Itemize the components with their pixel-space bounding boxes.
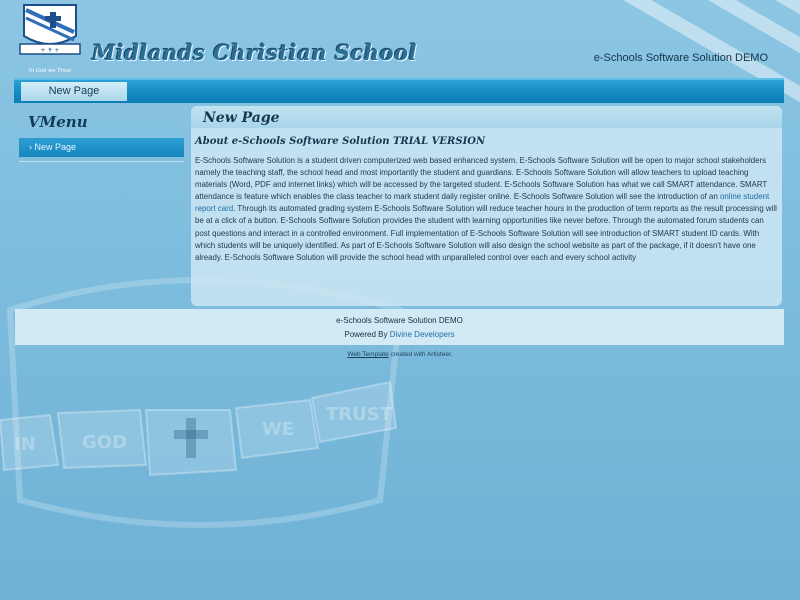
header-demo-label: e-Schools Software Solution DEMO (593, 52, 768, 64)
body-text-part-2: . Through its automated grading system E… (195, 204, 777, 262)
vmenu-divider (19, 161, 184, 162)
content-title-bar: New Page (191, 106, 782, 128)
vmenu-item-new-page[interactable]: › New Page (19, 138, 184, 157)
svg-text:WE: WE (262, 419, 294, 440)
vmenu-item-label: New Page (34, 142, 77, 152)
body-text-part-1: E-Schools Software Solution is a student… (195, 156, 768, 202)
credit-suffix: created with Artisteer. (388, 351, 453, 358)
artisteer-credit: Web Template created with Artisteer. (0, 351, 800, 358)
powered-by-label: Powered By (344, 330, 390, 339)
web-template-link[interactable]: Web Template (347, 351, 388, 358)
header: + ✝ + In God we Trust Midlands Christian… (0, 0, 800, 78)
footer-powered-by: Powered By Divine Developers (15, 330, 784, 339)
page-title: New Page (203, 110, 280, 126)
svg-text:+ ✝ +: + ✝ + (41, 47, 60, 54)
svg-text:TRUST: TRUST (326, 404, 393, 425)
about-heading: About e-Schools Software Solution TRIAL … (195, 136, 486, 147)
about-body-text: E-Schools Software Solution is a student… (195, 155, 779, 264)
content-panel: New Page About e-Schools Software Soluti… (191, 106, 782, 306)
svg-text:IN: IN (14, 434, 36, 455)
school-crest-logo[interactable]: + ✝ + In God we Trust (18, 2, 82, 76)
site-title: Midlands Christian School (92, 40, 417, 65)
vmenu-title: VMenu (28, 113, 88, 131)
top-menu-bar: New Page (14, 78, 784, 103)
bullet-icon: › (29, 142, 32, 152)
divine-developers-link[interactable]: Divine Developers (390, 330, 455, 339)
footer-demo-text: e-Schools Software Solution DEMO (336, 316, 463, 325)
svg-text:GOD: GOD (82, 432, 127, 453)
menu-item-new-page[interactable]: New Page (21, 82, 127, 101)
footer: e-Schools Software Solution DEMO Powered… (15, 309, 784, 345)
logo-motto: In God we Trust (28, 68, 72, 74)
